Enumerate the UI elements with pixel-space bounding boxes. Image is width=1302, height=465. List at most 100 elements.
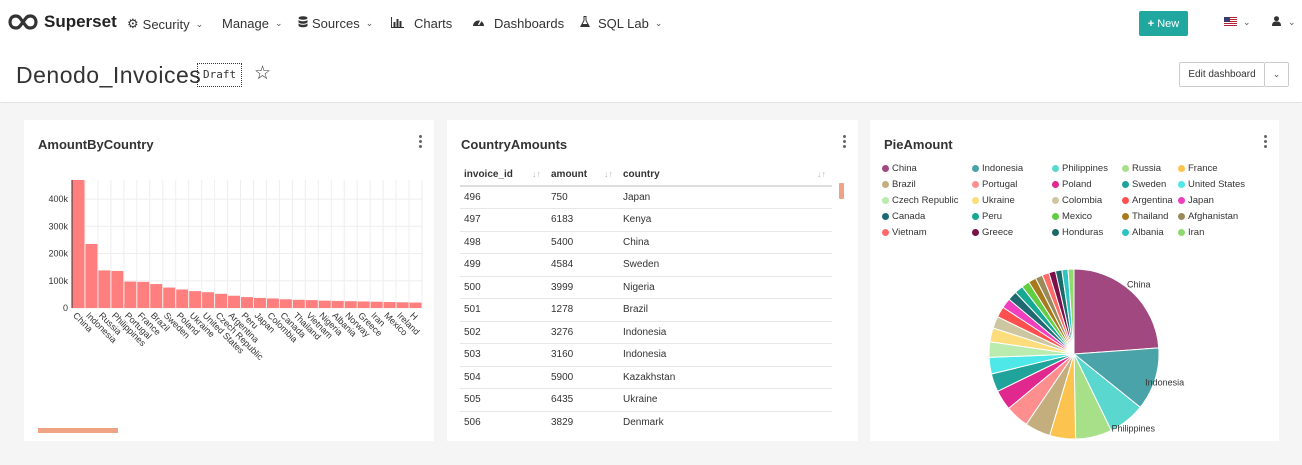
nav-sources[interactable]: Sources ⌄ [298, 16, 373, 31]
table-cell: 3276 [547, 320, 619, 344]
table-cell: Sweden [619, 253, 832, 276]
brand-logo[interactable]: Superset [8, 12, 117, 32]
superset-logo-icon [8, 14, 38, 30]
column-header[interactable]: invoice_id ↓↑ [460, 163, 547, 187]
slice-label: Indonesia [1145, 377, 1184, 387]
y-tick-label: 300k [48, 221, 68, 231]
us-flag-icon[interactable] [1224, 17, 1237, 26]
bar [137, 281, 150, 308]
table-row: 496 750 Japan [460, 185, 832, 209]
bar [383, 302, 396, 308]
edit-dashboard-button[interactable]: Edit dashboard [1179, 62, 1265, 87]
table-cell: 499 [460, 253, 547, 276]
table-cell: 497 [460, 208, 547, 231]
nav-charts-label: Charts [414, 16, 453, 31]
table-header-row: invoice_id ↓↑ amount ↓↑ country ↓↑ [460, 163, 832, 187]
sort-icon: ↓↑ [532, 169, 541, 179]
table-cell: Brazil [619, 298, 832, 321]
kebab-menu-icon[interactable] [843, 135, 846, 148]
column-header[interactable]: amount ↓↑ [547, 163, 619, 187]
edit-dropdown-toggle[interactable]: ⌄ [1265, 62, 1289, 87]
nav-dashboards-label: Dashboards [494, 16, 565, 31]
bar [163, 287, 176, 308]
chevron-down-icon[interactable]: ⌄ [1288, 17, 1296, 28]
table-cell: Indonesia [619, 343, 832, 366]
y-tick-label: 200k [48, 249, 68, 259]
bar [124, 281, 137, 308]
plus-icon: + [1147, 17, 1155, 30]
table-row: 506 3829 Denmark [460, 410, 832, 434]
table-cell: 502 [460, 320, 547, 344]
database-icon [298, 16, 308, 31]
dashboard-header: Denodo_Invoices Draft ☆ [0, 47, 1302, 103]
table-cell: 5900 [547, 365, 619, 389]
new-button[interactable]: + New [1139, 11, 1188, 36]
nav-sources-label: Sources [312, 16, 360, 31]
sort-icon: ↓↑ [604, 169, 613, 179]
table-row: 503 3160 Indonesia [460, 343, 832, 366]
table-row: 502 3276 Indonesia [460, 320, 832, 344]
nav-manage[interactable]: Manage ⌄ [222, 16, 283, 31]
table-cell: 498 [460, 230, 547, 254]
table-cell: Japan [619, 185, 832, 209]
bar [189, 291, 202, 308]
chevron-down-icon: ⌄ [274, 18, 283, 28]
flask-icon [579, 16, 591, 31]
navbar: Superset ⚙ Security ⌄ Manage ⌄ Sources ⌄… [0, 0, 1302, 47]
draft-badge: Draft [197, 63, 243, 87]
bar [202, 292, 215, 308]
slice-label: Philippines [1111, 423, 1155, 433]
table-cell: Ukraine [619, 388, 832, 411]
table-row: 505 6435 Ukraine [460, 388, 832, 411]
table-cell: 500 [460, 275, 547, 299]
bar [215, 293, 228, 308]
user-icon[interactable] [1272, 15, 1281, 29]
chevron-down-icon: ⌄ [195, 18, 204, 29]
table-cell: 6435 [547, 388, 619, 411]
table-cell: 503 [460, 343, 547, 366]
chevron-down-icon: ⌄ [1272, 69, 1281, 79]
table-row: 498 5400 China [460, 230, 832, 254]
table-cell: 1278 [547, 298, 619, 321]
table-cell: 504 [460, 365, 547, 389]
page-title[interactable]: Denodo_Invoices [16, 62, 201, 89]
bar [331, 300, 344, 308]
bar [318, 300, 331, 308]
table-scrollbar[interactable] [839, 183, 844, 199]
bar [344, 301, 357, 308]
bar [72, 180, 85, 308]
nav-sqllab[interactable]: SQL Lab ⌄ [579, 16, 662, 31]
bar [370, 301, 383, 308]
sort-icon: ↓↑ [817, 169, 826, 179]
chevron-down-icon[interactable]: ⌄ [1243, 17, 1251, 28]
table-cell: China [619, 230, 832, 254]
bar [409, 302, 422, 308]
table-cell: 3829 [547, 410, 619, 434]
bar [396, 302, 409, 308]
bar-chart-icon [391, 16, 404, 31]
nav-dashboards[interactable]: Dashboards [472, 16, 564, 31]
nav-manage-label: Manage [222, 16, 269, 31]
table-row: 501 1278 Brazil [460, 298, 832, 321]
table-cell: Indonesia [619, 320, 832, 344]
bar [241, 297, 253, 308]
table-row: 504 5900 Kazakhstan [460, 365, 832, 389]
bar [150, 284, 163, 308]
cogs-icon: ⚙ [127, 16, 139, 31]
table-cell: Kenya [619, 208, 832, 231]
bar [305, 300, 318, 308]
bar [253, 297, 266, 308]
table-cell: 501 [460, 298, 547, 321]
chart-scrollbar[interactable] [38, 428, 118, 433]
table-cell: 750 [547, 185, 619, 209]
bar [292, 299, 305, 308]
y-tick-label: 100k [48, 276, 68, 286]
pie-chart: ChinaIndonesiaPhilippinesRussia [988, 268, 1184, 440]
dashboard-icon [472, 16, 485, 31]
table-cell: 3999 [547, 275, 619, 299]
column-header[interactable]: country ↓↑ [619, 163, 832, 187]
nav-charts[interactable]: Charts [391, 16, 452, 31]
nav-security[interactable]: ⚙ Security ⌄ [127, 16, 203, 32]
chart-title: CountryAmounts [461, 137, 568, 152]
star-icon[interactable]: ☆ [254, 62, 271, 85]
